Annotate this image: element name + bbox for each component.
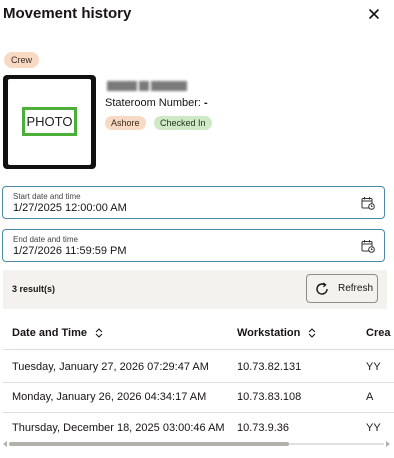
start-date-label: Start date and time [13, 192, 81, 201]
row-divider [3, 412, 394, 413]
refresh-icon [316, 282, 328, 295]
cell-created: YY [366, 422, 381, 434]
results-count: 3 result(s) [12, 284, 56, 294]
row-divider [3, 349, 394, 350]
horizontal-scrollbar[interactable] [3, 441, 390, 447]
stateroom-info: Stateroom Number: - [105, 97, 208, 109]
sort-icon[interactable] [308, 328, 316, 338]
dialog-header: Movement history [0, 0, 394, 30]
column-header-date-label: Date and Time [12, 327, 87, 339]
cell-created: A [366, 391, 374, 403]
refresh-button[interactable]: Refresh [306, 274, 378, 303]
stateroom-value: - [204, 97, 208, 109]
cell-date: Monday, January 26, 2026 04:34:17 AM [12, 391, 207, 403]
row-divider [3, 382, 394, 383]
close-icon [369, 9, 379, 19]
calendar-icon[interactable] [361, 239, 375, 253]
start-date-value[interactable]: 1/27/2025 12:00:00 AM [13, 202, 127, 214]
cell-date: Tuesday, January 27, 2026 07:29:47 AM [12, 361, 209, 373]
ashore-badge: Ashore [105, 116, 146, 130]
crew-badge: Crew [4, 52, 40, 68]
end-date-field[interactable]: End date and time 1/27/2026 11:59:59 PM [2, 229, 385, 262]
checked-in-badge: Checked In [154, 116, 212, 130]
calendar-icon[interactable] [361, 196, 375, 210]
scroll-right-icon[interactable] [386, 441, 390, 447]
photo-placeholder: PHOTO [22, 107, 77, 136]
start-date-field[interactable]: Start date and time 1/27/2025 12:00:00 A… [2, 186, 385, 219]
sort-icon[interactable] [95, 328, 103, 338]
person-name-redacted [107, 78, 192, 91]
scroll-left-icon[interactable] [3, 441, 7, 447]
column-header-workstation[interactable]: Workstation [237, 327, 316, 339]
cell-workstation: 10.73.83.108 [237, 391, 302, 403]
cell-created: YY [366, 361, 381, 373]
stateroom-label: Stateroom Number: [105, 97, 201, 109]
column-header-created[interactable]: Crea [366, 327, 390, 339]
photo-frame: PHOTO [8, 79, 91, 165]
refresh-label: Refresh [338, 283, 374, 294]
end-date-value[interactable]: 1/27/2026 11:59:59 PM [13, 245, 127, 257]
cell-date: Thursday, December 18, 2025 03:00:46 AM [12, 422, 225, 434]
column-header-workstation-label: Workstation [237, 327, 301, 339]
end-date-label: End date and time [13, 235, 78, 244]
results-toolbar: 3 result(s) Refresh [3, 270, 387, 309]
profile-photo: PHOTO [3, 75, 96, 169]
column-header-date[interactable]: Date and Time [12, 327, 103, 339]
close-button[interactable] [366, 6, 382, 22]
cell-workstation: 10.73.9.36 [237, 422, 289, 434]
scrollbar-thumb[interactable] [9, 442, 289, 446]
dialog-title: Movement history [3, 5, 132, 22]
movement-table: Date and Time Workstation Crea Tuesday, … [0, 309, 394, 441]
cell-workstation: 10.73.82.131 [237, 361, 302, 373]
